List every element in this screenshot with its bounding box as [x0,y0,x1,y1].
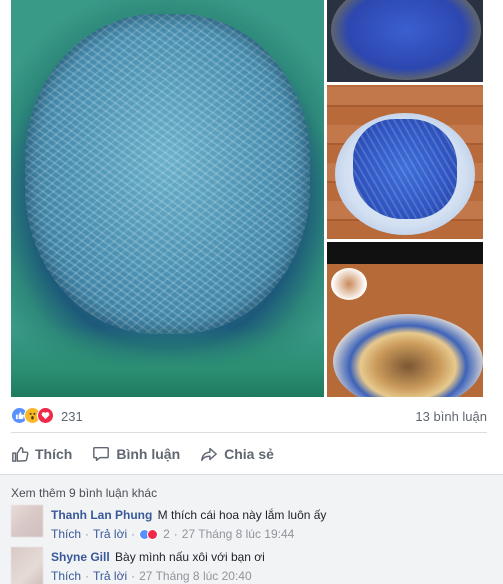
view-more-comments-link[interactable]: Xem thêm 9 bình luận khác [11,486,157,500]
comment-author[interactable]: Shyne Gill [51,550,110,564]
photo-dark-band [327,242,483,264]
photo-grid [11,0,483,397]
separator-dot: · [131,569,136,583]
photo-flower-shaped-rice[interactable] [327,85,483,239]
reaction-icons[interactable] [11,407,54,425]
share-button[interactable]: Chia sẻ [200,440,274,468]
love-icon [37,407,54,424]
comment-button-label: Bình luận [116,446,181,462]
comment-author[interactable]: Thanh Lan Phung [51,508,152,522]
comment-reply-link[interactable]: Trả lời [93,569,127,583]
photo-rice-cooker[interactable] [327,0,483,82]
comment-reaction-icons[interactable] [139,528,159,540]
flower-rice [353,119,457,219]
sticky-rice-bowl [333,314,483,397]
blue-rice-pot [331,0,481,80]
comment-text: Bày mình nấu xôi với bạn ơi [115,550,265,564]
separator-dot: · [131,527,136,541]
like-button-label: Thích [35,446,73,462]
comment-button[interactable]: Bình luận [92,440,180,468]
rice-in-water [25,14,310,334]
small-bowl [331,268,367,300]
comment-meta: Thích · Trả lời · 27 Tháng 8 lúc 20:40 [51,569,252,583]
comment-body: Thanh Lan Phung M thích cái hoa này lắm … [51,508,326,522]
share-arrow-icon [201,447,218,462]
comment-body: Shyne Gill Bày mình nấu xôi với bạn ơi [51,550,265,564]
comment-count-link[interactable]: 13 bình luận [415,409,487,424]
photo-blue-rice-bowl[interactable] [11,0,324,397]
avatar[interactable] [11,505,43,537]
comment-text: M thích cái hoa này lắm luôn ấy [157,508,327,522]
share-button-label: Chia sẻ [224,446,274,462]
comment-like-link[interactable]: Thích [51,527,81,541]
divider [11,432,487,433]
love-icon [147,528,159,540]
separator-dot: · [85,569,90,583]
post-actions: Thích Bình luận Chia sẻ [11,440,487,468]
comment-reaction-count[interactable]: 2 [163,527,170,541]
comment-timestamp[interactable]: 27 Tháng 8 lúc 20:40 [139,569,252,583]
comment-like-link[interactable]: Thích [51,569,81,583]
avatar[interactable] [11,547,43,584]
photo-sticky-rice-bowl[interactable] [327,242,483,397]
comment-reply-link[interactable]: Trả lời [93,527,127,541]
like-button[interactable]: Thích [11,440,72,468]
bowl-rim [11,327,324,397]
comment-bubble-icon [93,446,110,462]
thumbs-up-icon [12,446,29,462]
comment-timestamp[interactable]: 27 Tháng 8 lúc 19:44 [182,527,295,541]
comment-meta: Thích · Trả lời · 2 · 27 Tháng 8 lúc 19:… [51,527,294,541]
separator-dot: · [173,527,178,541]
comments-section: Xem thêm 9 bình luận khác Thanh Lan Phun… [0,474,503,584]
separator-dot: · [85,527,90,541]
reactions-summary: 231 13 bình luận [11,405,487,427]
reaction-count[interactable]: 231 [61,409,83,424]
